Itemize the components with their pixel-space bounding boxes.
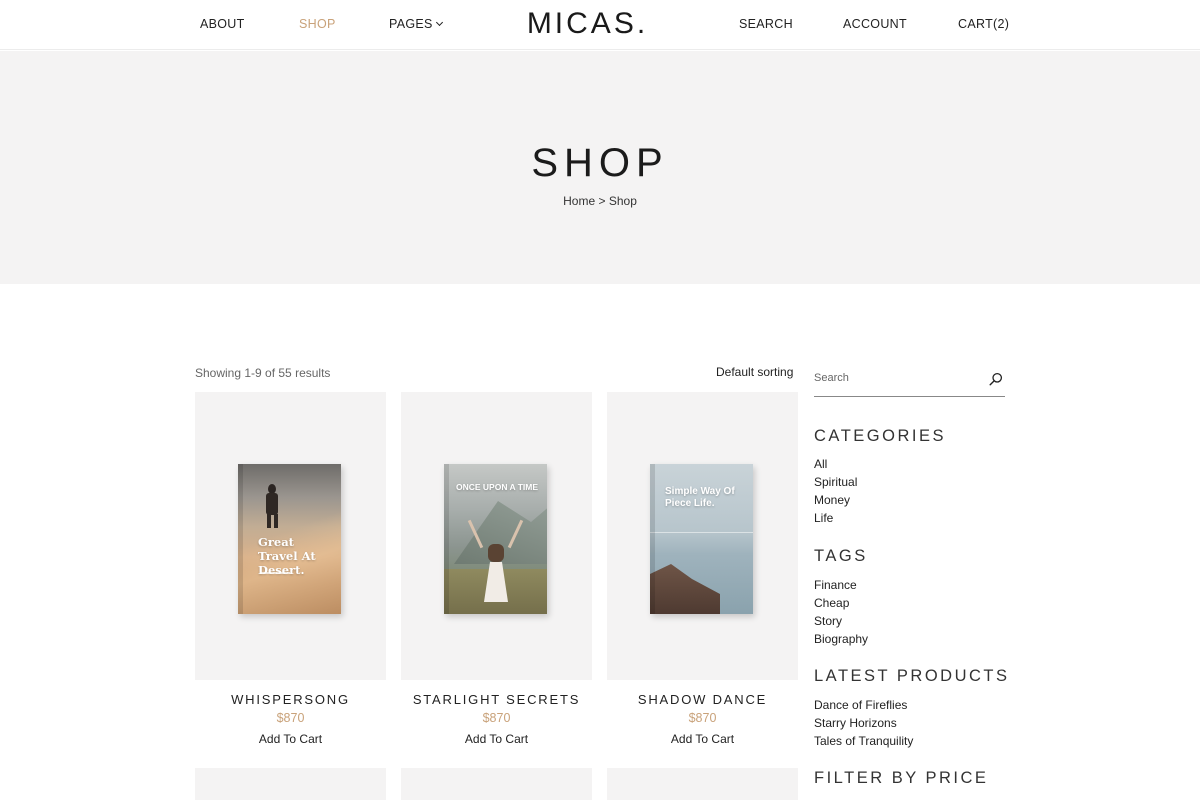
latest-product-item[interactable]: Starry Horizons [814, 714, 913, 732]
product-card[interactable] [195, 768, 386, 800]
page-title: SHOP [531, 141, 669, 185]
site-header: ABOUT SHOP PAGES MICAS. SEARCH ACCOUNT C… [0, 0, 1200, 50]
category-item[interactable]: Spiritual [814, 473, 857, 491]
cover-text: ONCE UPON A TIME [456, 482, 539, 492]
product-name[interactable]: SHADOW DANCE [607, 692, 798, 707]
product-name[interactable]: WHISPERSONG [195, 692, 386, 707]
book-cover-image: Simple Way Of Piece Life. [650, 464, 753, 614]
product-image[interactable]: Great Travel At Desert. [195, 392, 386, 680]
tag-item[interactable]: Story [814, 612, 868, 630]
product-card[interactable] [607, 768, 798, 800]
categories-heading: CATEGORIES [814, 427, 946, 445]
product-card[interactable] [401, 768, 592, 800]
tag-item[interactable]: Finance [814, 576, 868, 594]
latest-product-item[interactable]: Dance of Fireflies [814, 696, 913, 714]
latest-products-list: Dance of Fireflies Starry Horizons Tales… [814, 696, 913, 750]
sidebar-search [814, 368, 1005, 397]
product-price: $870 [688, 711, 717, 725]
product-name[interactable]: STARLIGHT SECRETS [401, 692, 592, 707]
nav-search[interactable]: SEARCH [739, 17, 793, 31]
nav-cart[interactable]: CART(2) [958, 17, 1009, 31]
latest-products-heading: LATEST PRODUCTS [814, 667, 1010, 685]
category-item[interactable]: Money [814, 491, 857, 509]
breadcrumb-home[interactable]: Home [563, 194, 595, 208]
page-hero: SHOP Home > Shop [0, 51, 1200, 284]
add-to-cart-button[interactable]: Add To Cart [401, 732, 592, 746]
tags-list: Finance Cheap Story Biography [814, 576, 868, 648]
search-icon[interactable] [989, 372, 1003, 386]
nav-account[interactable]: ACCOUNT [843, 17, 907, 31]
breadcrumb-separator: > [598, 194, 606, 208]
breadcrumb-current: Shop [608, 194, 637, 208]
tags-heading: TAGS [814, 547, 868, 565]
product-image[interactable]: ONCE UPON A TIME [401, 392, 592, 680]
breadcrumb: Home > Shop [0, 194, 1200, 208]
tag-item[interactable]: Biography [814, 630, 868, 648]
add-to-cart-button[interactable]: Add To Cart [195, 732, 386, 746]
tag-item[interactable]: Cheap [814, 594, 868, 612]
search-input[interactable] [814, 372, 979, 384]
filter-by-price-heading: FILTER BY PRICE [814, 769, 989, 787]
category-item[interactable]: Life [814, 509, 857, 527]
book-cover-image: Great Travel At Desert. [238, 464, 341, 614]
book-cover-image: ONCE UPON A TIME [444, 464, 547, 614]
add-to-cart-button[interactable]: Add To Cart [607, 732, 798, 746]
categories-list: All Spiritual Money Life [814, 455, 857, 527]
results-count: Showing 1-9 of 55 results [195, 366, 331, 380]
cover-text: Simple Way Of Piece Life. [665, 486, 735, 509]
product-image[interactable]: Simple Way Of Piece Life. [607, 392, 798, 680]
product-price: $870 [276, 711, 305, 725]
category-item[interactable]: All [814, 455, 857, 473]
latest-product-item[interactable]: Tales of Tranquility [814, 732, 913, 750]
sorting-select[interactable]: Default sorting [716, 365, 793, 379]
product-price: $870 [482, 711, 511, 725]
